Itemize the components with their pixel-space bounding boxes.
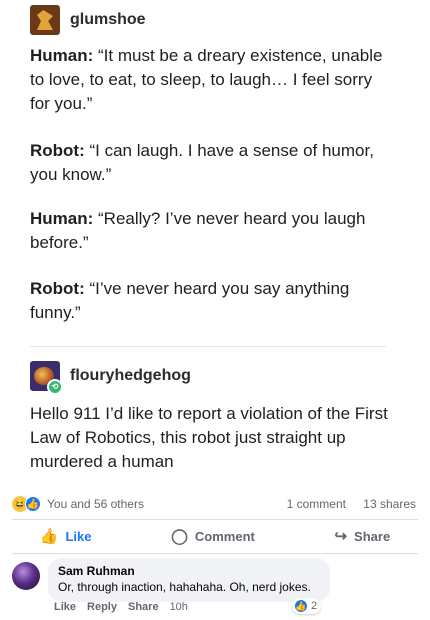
username[interactable]: flouryhedgehog (70, 367, 191, 385)
reactions-text: You and 56 others (47, 497, 144, 511)
dialogue-line-3: Human: “Really? I’ve never heard you lau… (30, 207, 396, 255)
dialogue-line-4: Robot: “I’ve never heard you say anythin… (30, 277, 396, 325)
comment-label: Comment (194, 528, 255, 544)
divider (12, 519, 418, 520)
speaker: Human: (30, 209, 94, 228)
dialogue-line-2: Robot: “I can laugh. I have a sense of h… (30, 139, 396, 187)
comment-actions: Like Reply Share 10h (54, 601, 199, 613)
speech-bubble-icon: ◯ (171, 528, 188, 545)
reaction-summary[interactable]: 😆 👍 You and 56 others (12, 496, 144, 512)
tumblr-post-glumshoe: glumshoe (30, 4, 396, 36)
reblog-icon: ⟲ (47, 379, 63, 395)
comment-timestamp[interactable]: 10h (170, 601, 188, 613)
divider (12, 553, 418, 554)
username[interactable]: glumshoe (70, 11, 146, 29)
speaker: Robot: (30, 141, 85, 160)
comments-count[interactable]: 1 comment (287, 497, 346, 511)
dialogue-line-1: Human: “It must be a dreary existence, u… (30, 44, 396, 116)
thumbs-up-icon: 👍 (39, 528, 59, 545)
like-label: Like (65, 528, 92, 544)
share-arrow-icon: ↪ (334, 528, 348, 545)
post-divider (30, 346, 386, 347)
comment-author[interactable]: Sam Ruhman (58, 564, 320, 578)
avatar[interactable] (30, 5, 60, 35)
facebook-actions: 👍 Like ◯ Comment ↪ Share (0, 521, 430, 551)
reaction-count: 2 (311, 600, 318, 612)
facebook-stats-row: 😆 👍 You and 56 others 1 comment 13 share… (0, 492, 430, 516)
avatar[interactable] (12, 562, 40, 590)
speaker: Robot: (30, 279, 85, 298)
thumbs-up-icon: 👍 (25, 496, 41, 512)
user-row: ⟲ flouryhedgehog (30, 360, 396, 395)
share-label: Share (354, 528, 391, 544)
comment-reactions[interactable]: 👍 2 (292, 598, 322, 614)
share-button[interactable]: ↪ Share (334, 527, 390, 545)
comment-text: Or, through inaction, hahahaha. Oh, nerd… (58, 580, 311, 594)
avatar[interactable]: ⟲ (30, 361, 63, 395)
reblog-text: Hello 911 I’d like to report a violation… (30, 404, 388, 471)
speaker: Human: (30, 46, 94, 65)
comment-button[interactable]: ◯ Comment (171, 527, 255, 545)
shares-count[interactable]: 13 shares (363, 497, 416, 511)
comment-bubble: Sam Ruhman Or, through inaction, hahahah… (48, 558, 330, 602)
comment-reply-button[interactable]: Reply (87, 601, 117, 613)
tumblr-post-flouryhedgehog: ⟲ flouryhedgehog Hello 911 I’d like to r… (30, 360, 396, 474)
thumbs-up-icon: 👍 (294, 599, 308, 613)
dialogue: Human: “It must be a dreary existence, u… (30, 44, 396, 325)
like-button[interactable]: 👍 Like (40, 527, 92, 545)
comment-share-button[interactable]: Share (128, 601, 159, 613)
user-row: glumshoe (30, 4, 396, 36)
comment-like-button[interactable]: Like (54, 601, 76, 613)
